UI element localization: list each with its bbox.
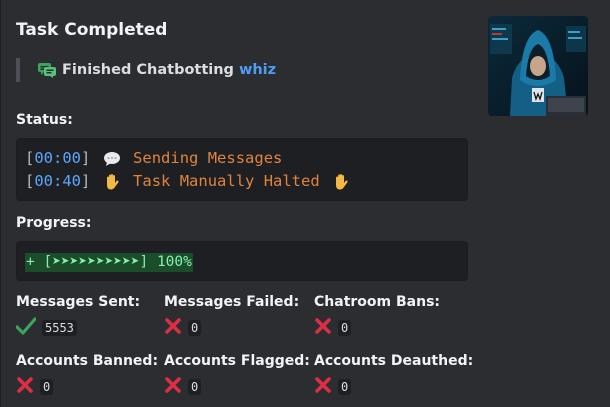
- field-accounts-banned: Accounts Banned: 0: [16, 353, 158, 397]
- status-time: 00:00: [34, 149, 82, 167]
- x-icon: [164, 317, 182, 339]
- x-icon: [314, 376, 332, 398]
- raised-hand-icon: [103, 173, 121, 191]
- status-time: 00:40: [34, 172, 82, 190]
- status-line: [00:40] Task Manually Halted: [25, 170, 467, 193]
- embed-description: Finished Chatbotting whiz: [16, 58, 276, 82]
- field-name: Messages Failed:: [164, 294, 300, 310]
- field-value: 0: [188, 320, 202, 336]
- chat-bubbles-icon: [38, 62, 56, 78]
- field-value: 0: [338, 320, 352, 336]
- field-name: Messages Sent:: [16, 294, 141, 310]
- embed-card: Task Completed Finished Chatbotting whiz: [0, 0, 610, 407]
- raised-hand-icon: [332, 173, 350, 191]
- field-value: 0: [338, 379, 352, 395]
- field-messages-sent: Messages Sent: 5553: [15, 294, 141, 339]
- x-icon: [164, 376, 182, 398]
- field-messages-failed: Messages Failed: 0: [164, 294, 299, 338]
- check-icon: [15, 317, 37, 339]
- status-code-block: [00:00] Sending Messages [00:40] Task Ma…: [16, 138, 468, 201]
- field-name: Accounts Flagged:: [164, 353, 310, 369]
- field-value: 0: [40, 379, 54, 395]
- speech-balloon-icon: [103, 151, 121, 167]
- progress-code-block: + [➤➤➤➤➤➤➤➤➤➤] 100%: [16, 241, 468, 281]
- x-icon: [314, 317, 332, 339]
- field-value: 5553: [42, 320, 77, 336]
- status-label: Status:: [16, 112, 73, 128]
- field-name: Chatroom Bans:: [314, 294, 440, 310]
- description-text: Finished Chatbotting: [62, 62, 234, 78]
- field-name: Accounts Banned:: [16, 353, 159, 369]
- status-text: Sending Messages: [133, 149, 283, 167]
- status-line: [00:00] Sending Messages: [25, 149, 283, 167]
- field-chatroom-bans: Chatroom Bans: 0: [314, 294, 440, 338]
- embed-title: Task Completed: [16, 20, 168, 40]
- status-text: Task Manually Halted: [133, 172, 320, 190]
- user-mention[interactable]: whiz: [239, 62, 276, 78]
- field-name: Accounts Deauthed:: [314, 353, 474, 369]
- field-accounts-flagged: Accounts Flagged: 0: [164, 353, 310, 397]
- thumbnail-image[interactable]: [488, 16, 588, 116]
- x-icon: [16, 376, 34, 398]
- progress-label: Progress:: [16, 215, 92, 231]
- field-accounts-deauthed: Accounts Deauthed: 0: [314, 353, 473, 397]
- field-value: 0: [188, 379, 202, 395]
- progress-bar-text: + [➤➤➤➤➤➤➤➤➤➤] 100%: [25, 253, 193, 272]
